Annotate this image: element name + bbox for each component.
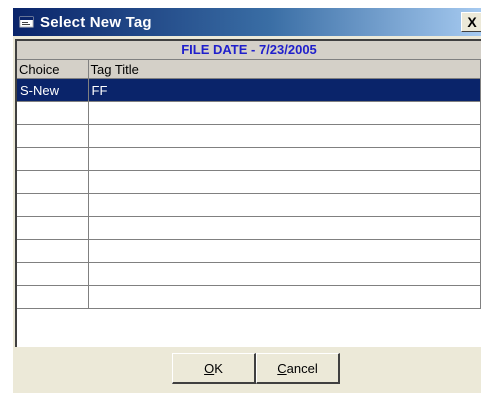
cell-tag-title[interactable]: FF: [88, 78, 481, 102]
cell-choice[interactable]: [17, 170, 89, 194]
cell-tag-title[interactable]: [88, 239, 481, 263]
table-row[interactable]: [17, 216, 481, 240]
select-new-tag-dialog: Select New Tag X FILE DATE - 7/23/2005 C…: [13, 8, 481, 393]
title-bar[interactable]: Select New Tag X: [13, 8, 481, 36]
cell-tag-title[interactable]: [88, 193, 481, 217]
table-row[interactable]: [17, 170, 481, 194]
cell-tag-title[interactable]: [88, 216, 481, 240]
cell-tag-title[interactable]: [88, 285, 481, 309]
column-header-tag-title[interactable]: Tag Title: [88, 60, 481, 79]
tag-table: Choice Tag Title S-New FF: [17, 60, 481, 309]
table-row[interactable]: [17, 147, 481, 171]
table-row[interactable]: [17, 239, 481, 263]
cell-tag-title[interactable]: [88, 262, 481, 286]
cell-choice[interactable]: [17, 193, 89, 217]
close-icon: X: [467, 14, 477, 30]
table-row[interactable]: S-New FF: [17, 78, 481, 102]
table-row[interactable]: [17, 124, 481, 148]
ok-mnemonic: O: [204, 360, 215, 376]
cancel-button[interactable]: Cancel: [256, 353, 340, 384]
table-row[interactable]: [17, 101, 481, 125]
table-header-row: Choice Tag Title: [17, 60, 481, 79]
close-button[interactable]: X: [461, 12, 481, 32]
cancel-mnemonic: C: [277, 360, 287, 376]
cell-tag-title[interactable]: [88, 170, 481, 194]
cell-choice[interactable]: [17, 262, 89, 286]
ok-button[interactable]: OK: [172, 353, 256, 384]
cancel-label-rest: ancel: [286, 360, 318, 376]
cell-choice[interactable]: [17, 285, 89, 309]
table-row[interactable]: [17, 285, 481, 309]
cell-choice[interactable]: S-New: [17, 78, 89, 102]
table-row[interactable]: [17, 193, 481, 217]
ok-label-rest: K: [214, 360, 223, 376]
table-body: S-New FF: [17, 78, 481, 309]
cell-choice[interactable]: [17, 101, 89, 125]
column-header-choice[interactable]: Choice: [17, 60, 89, 79]
button-bar: OK Cancel: [13, 347, 481, 393]
cell-tag-title[interactable]: [88, 101, 481, 125]
cell-choice[interactable]: [17, 239, 89, 263]
window-title: Select New Tag: [40, 13, 152, 31]
tag-grid[interactable]: FILE DATE - 7/23/2005 Choice Tag Title S…: [15, 39, 481, 347]
cell-choice[interactable]: [17, 216, 89, 240]
table-row[interactable]: [17, 262, 481, 286]
cell-choice[interactable]: [17, 124, 89, 148]
cell-tag-title[interactable]: [88, 124, 481, 148]
app-window-icon: [19, 14, 35, 30]
file-date-banner: FILE DATE - 7/23/2005: [17, 41, 481, 60]
cell-tag-title[interactable]: [88, 147, 481, 171]
cell-choice[interactable]: [17, 147, 89, 171]
